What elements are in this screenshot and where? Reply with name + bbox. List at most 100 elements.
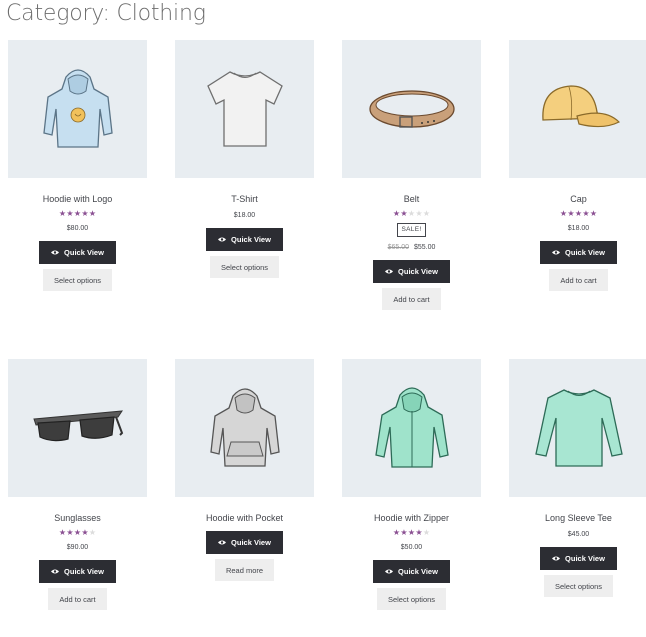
product-image-link[interactable] xyxy=(509,359,646,497)
product-image-link[interactable] xyxy=(342,359,481,497)
quick-view-button[interactable]: Quick View xyxy=(540,547,617,570)
eye-icon xyxy=(218,235,227,244)
eye-icon xyxy=(218,538,227,547)
star-rating: ★ ★ ★ ★ ★ xyxy=(8,209,147,218)
quick-view-label: Quick View xyxy=(231,235,271,244)
quick-view-button[interactable]: Quick View xyxy=(373,260,450,283)
belt-image xyxy=(368,90,455,128)
product-title[interactable]: Hoodie with Zipper xyxy=(342,512,481,524)
product-image-link[interactable] xyxy=(175,359,314,497)
add-to-cart-button[interactable]: Add to cart xyxy=(382,288,441,310)
eye-icon xyxy=(552,248,561,257)
star-icon: ★ xyxy=(73,209,82,218)
star-icon: ★ xyxy=(66,209,74,218)
star-icon: ★ xyxy=(392,209,401,218)
read-more-button[interactable]: Read more xyxy=(214,559,275,581)
star-icon: ★ xyxy=(559,209,568,218)
quick-view-button[interactable]: Quick View xyxy=(39,241,116,264)
product-card: Belt ★ ★ ★ ★ ★ SALE! $65.00 $55.00 Quick View… xyxy=(342,40,481,310)
select-options-button[interactable]: Select options xyxy=(209,256,280,278)
product-card: Hoodie with Pocket Quick View Read more xyxy=(175,359,314,581)
quick-view-button[interactable]: Quick View xyxy=(39,560,116,583)
star-rating: ★ ★ ★ ★ ★ xyxy=(8,528,147,537)
quick-view-button[interactable]: Quick View xyxy=(206,531,283,554)
eye-icon xyxy=(51,567,60,576)
product-card: Cap ★ ★ ★ ★ ★ $18.00 Quick View Add to cart xyxy=(509,40,646,291)
star-icon: ★ xyxy=(422,528,431,537)
product-image-link[interactable] xyxy=(509,40,646,178)
star-icon: ★ xyxy=(582,209,590,218)
star-icon: ★ xyxy=(81,528,89,537)
quick-view-label: Quick View xyxy=(64,567,104,576)
quick-view-button[interactable]: Quick View xyxy=(206,228,283,251)
star-icon: ★ xyxy=(400,209,408,218)
star-rating: ★ ★ ★ ★ ★ xyxy=(342,209,481,218)
sale-price: $55.00 xyxy=(414,244,436,251)
eye-icon xyxy=(385,267,394,276)
page-title: Category: Clothing xyxy=(6,1,206,26)
sale-badge: SALE! xyxy=(396,223,427,237)
star-icon: ★ xyxy=(407,209,416,218)
product-price: $80.00 xyxy=(66,225,89,232)
quick-view-button[interactable]: Quick View xyxy=(373,560,450,583)
star-icon: ★ xyxy=(589,209,598,218)
product-image-link[interactable] xyxy=(8,359,147,497)
quick-view-label: Quick View xyxy=(398,267,438,276)
star-icon: ★ xyxy=(58,528,67,537)
star-icon: ★ xyxy=(574,209,583,218)
quick-view-label: Quick View xyxy=(565,248,605,257)
eye-icon xyxy=(385,567,394,576)
product-card: Hoodie with Zipper ★ ★ ★ ★ ★ $50.00 Quick Vi… xyxy=(342,359,481,610)
star-icon: ★ xyxy=(81,209,89,218)
product-image-link[interactable] xyxy=(8,40,147,178)
hoodie-logo-image xyxy=(42,69,113,148)
star-icon: ★ xyxy=(73,528,82,537)
star-icon: ★ xyxy=(400,528,408,537)
product-title[interactable]: Sunglasses xyxy=(8,512,147,524)
hoodie-pocket-image xyxy=(209,388,280,467)
product-price: $90.00 xyxy=(66,544,89,551)
hoodie-zipper-image xyxy=(374,387,449,468)
product-price: $18.00 xyxy=(233,212,256,219)
star-icon: ★ xyxy=(58,209,67,218)
star-rating: ★ ★ ★ ★ ★ xyxy=(342,528,481,537)
product-card: Hoodie with Logo ★ ★ ★ ★ ★ $80.00 Quick View… xyxy=(8,40,147,291)
product-image-link[interactable] xyxy=(342,40,481,178)
product-title[interactable]: Hoodie with Logo xyxy=(8,193,147,205)
product-price: $45.00 xyxy=(567,531,590,538)
product-title[interactable]: Long Sleeve Tee xyxy=(509,512,646,524)
product-price: $18.00 xyxy=(567,225,590,232)
star-icon: ★ xyxy=(88,209,97,218)
quick-view-button[interactable]: Quick View xyxy=(540,241,617,264)
eye-icon xyxy=(552,554,561,563)
product-card: Sunglasses ★ ★ ★ ★ ★ $90.00 Quick View Add t… xyxy=(8,359,147,610)
product-image-link[interactable] xyxy=(175,40,314,178)
add-to-cart-button[interactable]: Add to cart xyxy=(549,269,608,291)
star-icon: ★ xyxy=(88,528,97,537)
select-options-button[interactable]: Select options xyxy=(42,269,113,291)
original-price: $65.00 xyxy=(387,244,409,251)
product-card: Long Sleeve Tee $45.00 Quick View Select… xyxy=(509,359,646,597)
cap-image xyxy=(541,85,620,128)
product-title[interactable]: Hoodie with Pocket xyxy=(175,512,314,524)
quick-view-label: Quick View xyxy=(398,567,438,576)
star-icon: ★ xyxy=(392,528,401,537)
product-price: $50.00 xyxy=(400,544,423,551)
product-title[interactable]: Cap xyxy=(509,193,646,205)
product-title[interactable]: T-Shirt xyxy=(175,193,314,205)
star-icon: ★ xyxy=(415,209,423,218)
product-title[interactable]: Belt xyxy=(342,193,481,205)
select-options-button[interactable]: Select options xyxy=(376,588,447,610)
tshirt-image xyxy=(206,71,283,147)
star-icon: ★ xyxy=(66,528,74,537)
star-rating: ★ ★ ★ ★ ★ xyxy=(509,209,646,218)
star-icon: ★ xyxy=(422,209,431,218)
select-options-button[interactable]: Select options xyxy=(543,575,614,597)
star-icon: ★ xyxy=(407,528,416,537)
star-icon: ★ xyxy=(415,528,423,537)
star-icon: ★ xyxy=(567,209,575,218)
product-price: $65.00 $55.00 xyxy=(342,243,481,253)
long-sleeve-tee-image xyxy=(534,389,623,467)
product-card: T-Shirt $18.00 Quick View Select options xyxy=(175,40,314,278)
add-to-cart-button[interactable]: Add to cart xyxy=(48,588,107,610)
